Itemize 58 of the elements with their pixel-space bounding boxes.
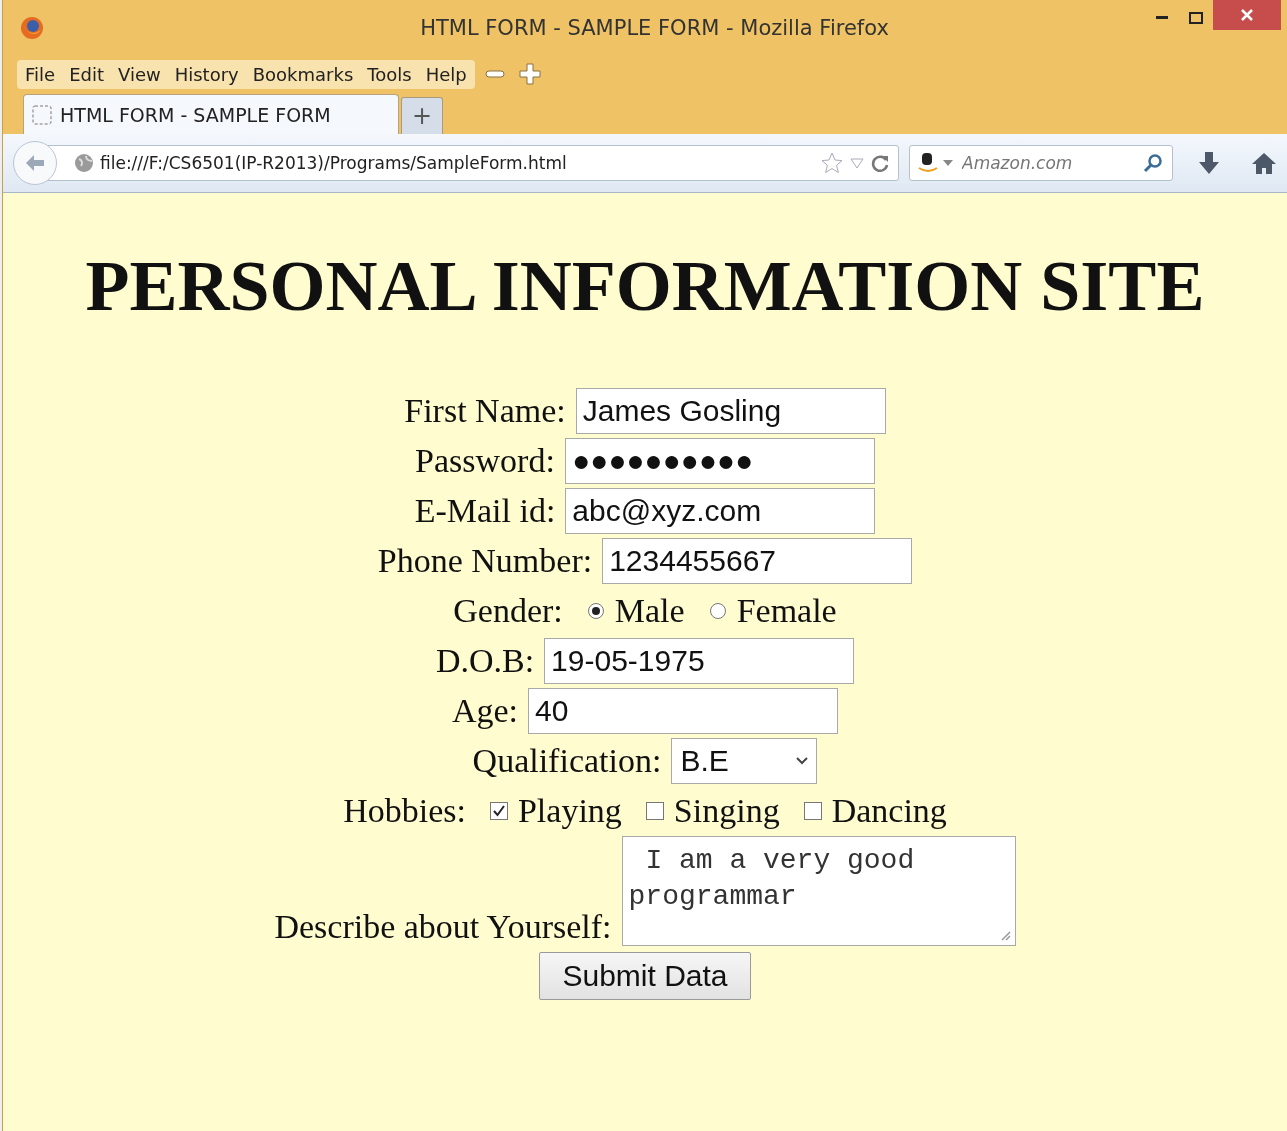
input-field[interactable]: 19-05-1975	[544, 638, 855, 684]
caret-icon	[796, 757, 809, 765]
input-field[interactable]: 40	[528, 688, 839, 734]
window-title: HTML FORM - SAMPLE FORM - Mozilla Firefox	[419, 16, 889, 40]
search-icon[interactable]	[1143, 153, 1163, 173]
menu-item[interactable]: Help	[425, 63, 467, 85]
menu-item[interactable]: Tools	[367, 63, 412, 85]
field-label: Password:	[415, 442, 555, 480]
home-icon[interactable]	[1251, 151, 1277, 175]
radio-button[interactable]	[586, 602, 605, 620]
globe-icon	[74, 153, 94, 173]
maximize-icon	[1189, 12, 1203, 24]
field-label: First Name:	[404, 392, 566, 430]
field-label: D.O.B:	[435, 642, 535, 680]
field-label: Age:	[451, 692, 519, 730]
page-heading: PERSONAL INFORMATION SITE	[85, 245, 1205, 328]
input-field[interactable]: 1234455667	[602, 538, 913, 584]
field-label: Phone Number:	[377, 542, 593, 580]
option-label: Dancing	[831, 792, 947, 830]
back-arrow-icon	[24, 153, 46, 173]
close-button[interactable]	[1213, 0, 1281, 30]
browser-logo-icon	[20, 16, 44, 40]
plus-icon[interactable]	[518, 63, 541, 85]
option-label: Playing	[517, 792, 622, 830]
reload-icon[interactable]	[870, 153, 890, 173]
browser-tab[interactable]: HTML FORM - SAMPLE FORM	[23, 94, 399, 134]
input-field[interactable]: James Gosling	[575, 388, 886, 434]
star-icon[interactable]	[820, 151, 844, 175]
option-label: Singing	[673, 792, 780, 830]
minus-icon[interactable]	[484, 69, 507, 79]
field-label: Hobbies:	[343, 792, 466, 830]
menu-item[interactable]: File	[25, 63, 56, 85]
field-label: Gender:	[453, 592, 563, 630]
option-label: Female	[736, 592, 837, 630]
field-label: Qualification:	[472, 742, 662, 780]
radio-button[interactable]	[708, 602, 727, 620]
input-field[interactable]: ●●●●●●●●●●	[564, 438, 875, 484]
menu-item[interactable]: Edit	[69, 63, 104, 85]
menu-item[interactable]: History	[174, 63, 239, 85]
field-label: Describe about Yourself:	[274, 908, 612, 946]
close-icon	[1240, 8, 1254, 22]
back-button[interactable]	[13, 141, 57, 185]
new-tab-button[interactable]: +	[401, 97, 443, 134]
caret-icon[interactable]	[943, 160, 953, 166]
input-field[interactable]: abc@xyz.com	[565, 488, 876, 534]
menu-item[interactable]: Bookmarks	[252, 63, 354, 85]
field-label: E-Mail id:	[414, 492, 556, 530]
page-icon	[32, 104, 52, 125]
download-icon[interactable]	[1197, 150, 1221, 176]
checkbox[interactable]	[645, 802, 664, 820]
checkbox[interactable]	[489, 802, 508, 820]
option-label: Male	[614, 592, 685, 630]
text-area[interactable]: I am a very good programmar	[621, 836, 1016, 946]
submit-button[interactable]: Submit Data	[539, 952, 751, 1000]
checkbox[interactable]	[803, 802, 822, 820]
menu-item[interactable]: View	[118, 63, 161, 85]
minimize-icon	[1156, 16, 1168, 20]
select-field[interactable]: B.E	[671, 738, 818, 784]
